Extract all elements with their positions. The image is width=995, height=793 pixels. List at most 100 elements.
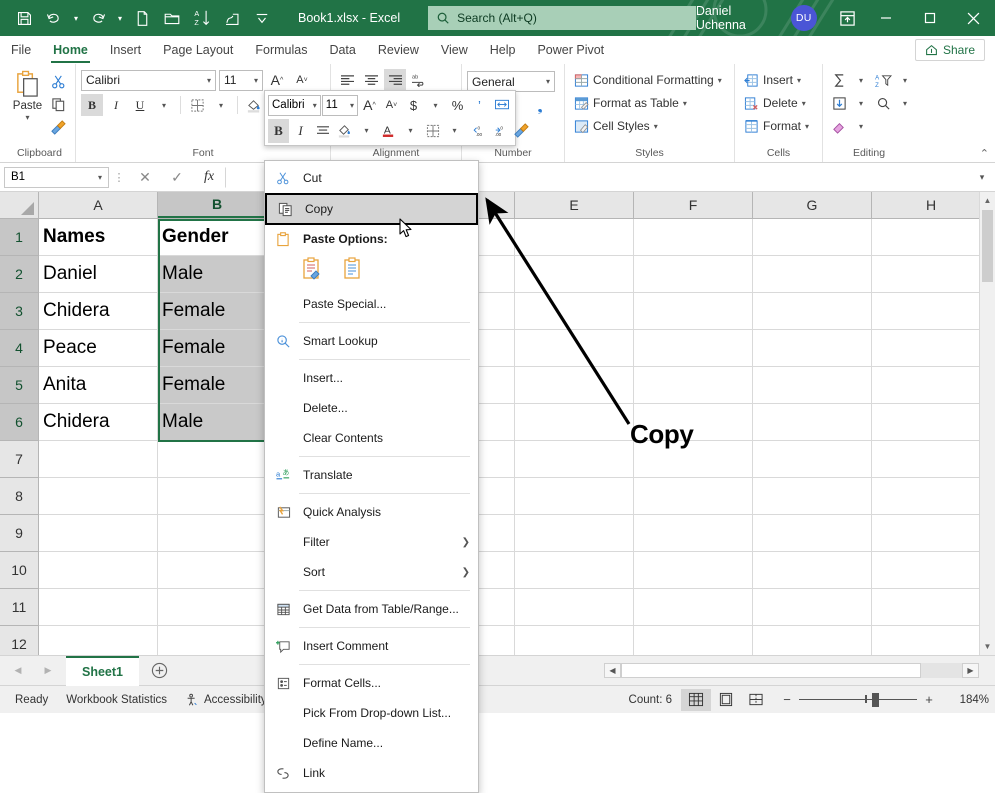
- cell-styles-button[interactable]: Cell Styles ▾: [570, 115, 662, 137]
- cell-h3[interactable]: [872, 293, 991, 330]
- mini-decrease-decimal-button[interactable]: 0 .00: [466, 119, 487, 143]
- cell-b1[interactable]: Gender: [158, 219, 277, 256]
- cell-b10[interactable]: [158, 552, 277, 589]
- column-header-f[interactable]: F: [634, 192, 753, 218]
- cell-b5[interactable]: Female: [158, 367, 277, 404]
- bold-button[interactable]: B: [81, 94, 103, 116]
- close-button[interactable]: [951, 0, 995, 36]
- cell-b6[interactable]: Male: [158, 404, 277, 441]
- cell-g9[interactable]: [753, 515, 872, 552]
- autosum-button[interactable]: [828, 69, 850, 91]
- cell-f4[interactable]: [634, 330, 753, 367]
- mini-merge-center-button[interactable]: [491, 93, 512, 117]
- context-menu-item-insert[interactable]: Insert...: [265, 363, 478, 393]
- context-menu-item-clear-contents[interactable]: Clear Contents: [265, 423, 478, 453]
- horizontal-scroll-track[interactable]: [621, 663, 962, 678]
- decrease-font-size-button[interactable]: A˅: [291, 69, 313, 91]
- context-menu-item-insert-comment[interactable]: Insert Comment: [265, 631, 478, 661]
- row-header-12[interactable]: 12: [0, 626, 39, 655]
- vertical-scroll-thumb[interactable]: [982, 210, 993, 282]
- comma-style-button[interactable]: ❟: [529, 96, 551, 118]
- mini-bold-button[interactable]: B: [268, 119, 289, 143]
- formula-bar-expand-dots[interactable]: ⋮: [109, 171, 129, 184]
- fill-button[interactable]: [828, 92, 850, 114]
- share-button[interactable]: Share: [915, 39, 985, 61]
- cell-e6[interactable]: [515, 404, 634, 441]
- cell-e9[interactable]: [515, 515, 634, 552]
- cell-e2[interactable]: [515, 256, 634, 293]
- redo-dropdown-icon[interactable]: ▾: [114, 5, 126, 31]
- scroll-right-icon[interactable]: ▶: [962, 663, 979, 678]
- scroll-down-icon[interactable]: ▼: [980, 638, 995, 655]
- context-menu-item-translate[interactable]: a あ Translate: [265, 460, 478, 490]
- tab-insert[interactable]: Insert: [99, 36, 152, 64]
- italic-button[interactable]: I: [105, 94, 127, 116]
- cell-a5[interactable]: Anita: [39, 367, 158, 404]
- ribbon-display-options-icon[interactable]: [831, 3, 865, 33]
- cell-f10[interactable]: [634, 552, 753, 589]
- number-format-combo[interactable]: General▾: [467, 71, 555, 92]
- cell-h11[interactable]: [872, 589, 991, 626]
- insert-function-icon[interactable]: fx: [193, 166, 225, 188]
- column-header-e[interactable]: E: [515, 192, 634, 218]
- mini-fill-color-button[interactable]: [334, 119, 355, 143]
- paste-values-icon[interactable]: [339, 255, 365, 283]
- mini-borders-button[interactable]: [422, 119, 443, 143]
- row-header-5[interactable]: 5: [0, 367, 39, 404]
- underline-dropdown-icon[interactable]: ▾: [153, 94, 175, 116]
- cell-g2[interactable]: [753, 256, 872, 293]
- cell-a3[interactable]: Chidera: [39, 293, 158, 330]
- context-menu-item-get-data[interactable]: Get Data from Table/Range...: [265, 594, 478, 624]
- mini-currency-dropdown-icon[interactable]: ▾: [425, 93, 446, 117]
- collapse-ribbon-icon[interactable]: ⌃: [980, 147, 989, 160]
- redo-icon[interactable]: [84, 5, 112, 31]
- row-header-11[interactable]: 11: [0, 589, 39, 626]
- font-name-combo[interactable]: Calibri▾: [81, 70, 216, 91]
- increase-font-size-button[interactable]: A^: [266, 69, 288, 91]
- horizontal-scrollbar[interactable]: ◀ ▶: [604, 663, 979, 679]
- cell-g4[interactable]: [753, 330, 872, 367]
- sort-filter-dropdown-icon[interactable]: ▾: [894, 69, 916, 91]
- row-header-2[interactable]: 2: [0, 256, 39, 293]
- paste-formatting-icon[interactable]: [299, 255, 325, 283]
- cell-g6[interactable]: [753, 404, 872, 441]
- context-menu-item-filter[interactable]: Filter ❯: [265, 527, 478, 557]
- clear-dropdown-icon[interactable]: ▾: [850, 115, 872, 137]
- cell-g10[interactable]: [753, 552, 872, 589]
- context-menu-item-smart-lookup[interactable]: Smart Lookup: [265, 326, 478, 356]
- cell-a11[interactable]: [39, 589, 158, 626]
- row-header-4[interactable]: 4: [0, 330, 39, 367]
- context-menu-item-quick-analysis[interactable]: Quick Analysis: [265, 497, 478, 527]
- insert-cells-button[interactable]: Insert ▾: [740, 69, 805, 91]
- cell-b11[interactable]: [158, 589, 277, 626]
- signature-icon[interactable]: [218, 5, 246, 31]
- context-menu-item-paste-special[interactable]: Paste Special...: [265, 289, 478, 319]
- account-button[interactable]: Daniel Uchenna DU: [696, 4, 817, 32]
- zoom-slider[interactable]: [799, 693, 917, 707]
- borders-button[interactable]: [186, 94, 208, 116]
- previous-sheet-icon[interactable]: ◀: [8, 665, 28, 676]
- cell-a1[interactable]: Names: [39, 219, 158, 256]
- page-break-view-icon[interactable]: [741, 689, 771, 711]
- row-header-9[interactable]: 9: [0, 515, 39, 552]
- cell-g12[interactable]: [753, 626, 872, 655]
- zoom-out-button[interactable]: −: [781, 692, 793, 707]
- cell-g8[interactable]: [753, 478, 872, 515]
- zoom-slider-thumb[interactable]: [872, 693, 879, 707]
- cell-h1[interactable]: [872, 219, 991, 256]
- column-header-h[interactable]: H: [872, 192, 991, 218]
- column-header-g[interactable]: G: [753, 192, 872, 218]
- row-header-8[interactable]: 8: [0, 478, 39, 515]
- cancel-icon[interactable]: ✕: [129, 166, 161, 188]
- mini-decrease-font-size-button[interactable]: A˅: [381, 93, 402, 117]
- cell-f8[interactable]: [634, 478, 753, 515]
- mini-comma-button[interactable]: ’: [469, 93, 490, 117]
- mini-italic-button[interactable]: I: [290, 119, 311, 143]
- tab-home[interactable]: Home: [42, 36, 99, 64]
- tab-help[interactable]: Help: [479, 36, 527, 64]
- undo-icon[interactable]: [40, 5, 68, 31]
- cell-g7[interactable]: [753, 441, 872, 478]
- next-sheet-icon[interactable]: ▶: [38, 665, 58, 676]
- paste-dropdown-icon[interactable]: ▾: [25, 113, 29, 122]
- cell-a2[interactable]: Daniel: [39, 256, 158, 293]
